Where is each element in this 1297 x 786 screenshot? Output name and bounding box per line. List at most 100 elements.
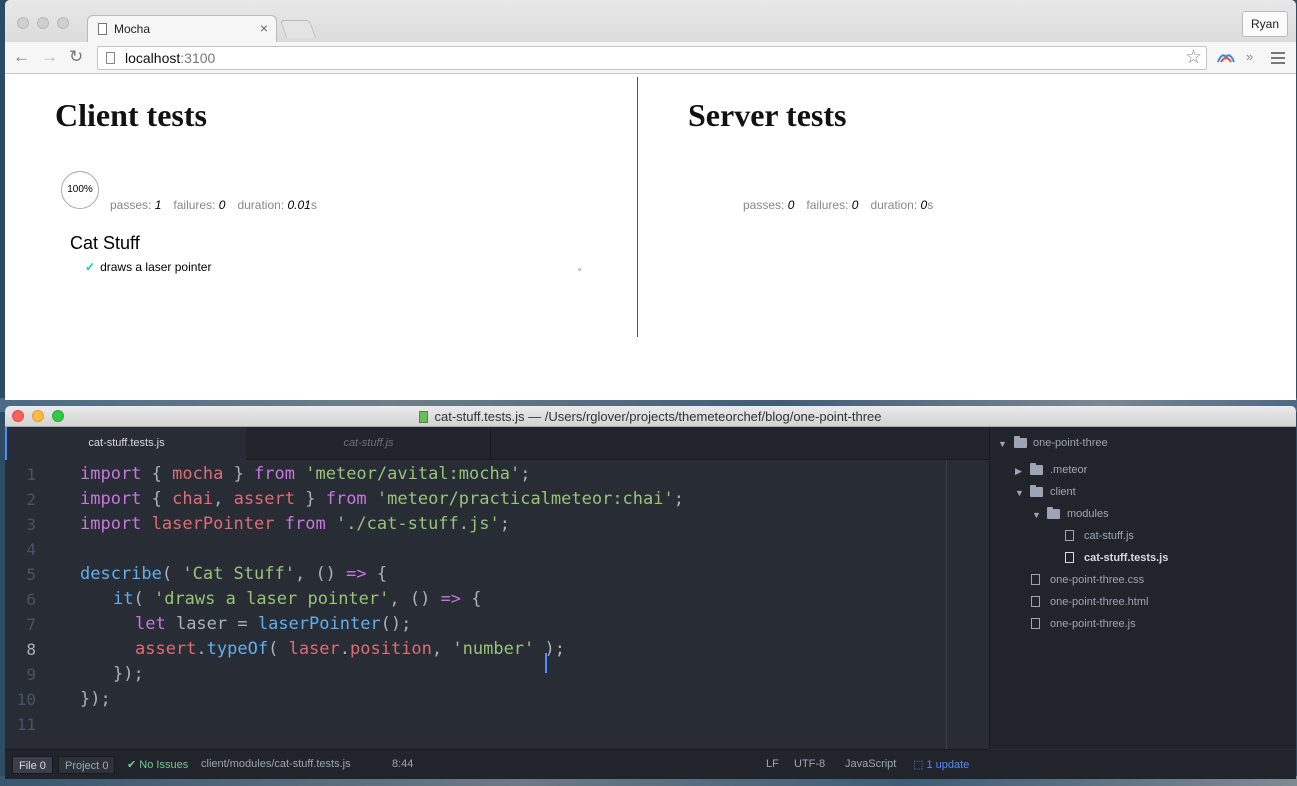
linter-file-tab[interactable]: File 0 bbox=[12, 756, 53, 774]
bookmark-star-icon[interactable]: ☆ bbox=[1185, 46, 1202, 69]
overflow-chevron-icon[interactable]: » bbox=[1246, 49, 1253, 64]
file-path[interactable]: client/modules/cat-stuff.tests.js bbox=[201, 758, 351, 770]
code-line: import laserPointer from './cat-stuff.js… bbox=[80, 514, 510, 534]
folder-icon bbox=[1030, 463, 1043, 475]
checkmark-icon: ✔ bbox=[127, 759, 137, 771]
tree-item-client[interactable]: client bbox=[1050, 486, 1076, 498]
back-arrow-icon[interactable]: ← bbox=[13, 47, 30, 67]
pass-check-icon: ✓ bbox=[85, 260, 96, 274]
client-failures[interactable]: 0 bbox=[219, 198, 226, 212]
page-icon bbox=[106, 52, 115, 64]
text-cursor bbox=[545, 653, 547, 673]
file-icon bbox=[1065, 530, 1074, 541]
linter-project-tab[interactable]: Project 0 bbox=[58, 756, 116, 774]
line-number: 9 bbox=[26, 665, 36, 684]
update-notice[interactable]: ⬚ 1 update bbox=[913, 758, 969, 771]
editor-titlebar: cat-stuff.tests.js — /Users/rglover/proj… bbox=[5, 406, 1296, 427]
code-line: }); bbox=[80, 689, 111, 709]
chevron-down-icon[interactable]: ▼ bbox=[1032, 510, 1041, 520]
reload-icon[interactable]: ↻ bbox=[69, 47, 83, 67]
tree-view: ▼ one-point-three ▶ .meteor ▼ client ▼ m… bbox=[989, 427, 1296, 749]
pane-divider bbox=[637, 77, 638, 337]
menu-icon[interactable] bbox=[1271, 52, 1285, 67]
line-number: 1 bbox=[26, 465, 36, 484]
progress-indicator: 100% bbox=[61, 171, 99, 209]
lint-status[interactable]: ✔ No Issues bbox=[127, 758, 188, 771]
minimize-window-button[interactable] bbox=[37, 17, 49, 29]
wrap-guide bbox=[946, 460, 947, 750]
file-icon bbox=[1031, 574, 1040, 585]
code-line: import { mocha } from 'meteor/avital:moc… bbox=[80, 464, 531, 484]
client-stats: passes: 1 failures: 0 duration: 0.01s bbox=[110, 198, 317, 212]
server-passes[interactable]: 0 bbox=[788, 198, 795, 212]
folder-icon bbox=[1047, 507, 1060, 519]
browser-window: Mocha × Ryan ← → ↻ localhost:3100 ☆ » Cl… bbox=[5, 0, 1296, 400]
code-line: import { chai, assert } from 'meteor/pra… bbox=[80, 489, 684, 509]
close-window-button[interactable] bbox=[17, 17, 29, 29]
tree-item-cat-stuff-tests-js[interactable]: cat-stuff.tests.js bbox=[1084, 552, 1168, 564]
package-icon: ⬚ bbox=[913, 759, 924, 771]
editor-pane[interactable]: cat-stuff.tests.js cat-stuff.js 1 2 3 4 … bbox=[5, 427, 989, 750]
tab-cat-stuff[interactable]: cat-stuff.js bbox=[247, 427, 491, 460]
line-ending[interactable]: LF bbox=[766, 758, 779, 770]
editor-window-title: cat-stuff.tests.js — /Users/rglover/proj… bbox=[5, 409, 1296, 424]
browser-toolbar: ← → ↻ localhost:3100 ☆ » bbox=[5, 42, 1296, 74]
new-tab-button[interactable] bbox=[279, 20, 317, 38]
line-number-current: 8 bbox=[26, 640, 36, 659]
code-line-current: assert.typeOf( laser.position, 'number' … bbox=[135, 639, 565, 659]
client-passes[interactable]: 1 bbox=[155, 198, 162, 212]
file-icon bbox=[1031, 618, 1040, 629]
tree-item-css[interactable]: one-point-three.css bbox=[1050, 574, 1144, 586]
tree-root-one-point-three[interactable]: one-point-three bbox=[1033, 437, 1108, 449]
status-bar-right bbox=[989, 750, 1296, 779]
code-line: }); bbox=[113, 664, 144, 684]
cursor-position[interactable]: 8:44 bbox=[392, 758, 413, 770]
line-number: 6 bbox=[26, 590, 36, 609]
url-text: localhost:3100 bbox=[125, 50, 216, 66]
line-number: 5 bbox=[26, 565, 36, 584]
server-failures[interactable]: 0 bbox=[852, 198, 859, 212]
browser-tab-mocha[interactable]: Mocha × bbox=[87, 15, 277, 43]
server-tests-heading: Server tests bbox=[688, 97, 847, 133]
tab-title: Mocha bbox=[114, 22, 151, 36]
folder-icon bbox=[1014, 436, 1027, 448]
grammar-selector[interactable]: JavaScript bbox=[845, 758, 896, 770]
code-line: it( 'draws a laser pointer', () => { bbox=[113, 589, 482, 609]
zoom-window-button[interactable] bbox=[57, 17, 69, 29]
code-line: let laser = laserPointer(); bbox=[135, 614, 412, 634]
line-number: 10 bbox=[16, 690, 36, 709]
client-duration: 0.01 bbox=[287, 198, 311, 212]
address-bar[interactable]: localhost:3100 ☆ bbox=[97, 46, 1207, 70]
file-icon bbox=[1031, 596, 1040, 607]
extension-icon[interactable] bbox=[1217, 51, 1235, 63]
document-icon bbox=[419, 411, 429, 423]
tab-cat-stuff-tests[interactable]: cat-stuff.tests.js bbox=[5, 427, 246, 460]
status-bar: File 0 Project 0 ✔ No Issues client/modu… bbox=[5, 749, 1296, 779]
test-name: draws a laser pointer bbox=[100, 260, 212, 274]
mocha-page: Client tests 100% passes: 1 failures: 0 du… bbox=[5, 75, 1296, 400]
line-number: 2 bbox=[26, 490, 36, 509]
client-tests-heading: Client tests bbox=[55, 97, 207, 133]
chevron-right-icon[interactable]: ▶ bbox=[1015, 466, 1022, 477]
chevron-down-icon[interactable]: ▼ bbox=[998, 439, 1007, 449]
tree-item-html[interactable]: one-point-three.html bbox=[1050, 596, 1148, 608]
line-number: 7 bbox=[26, 615, 36, 634]
profile-button[interactable]: Ryan bbox=[1241, 11, 1288, 37]
file-encoding[interactable]: UTF-8 bbox=[794, 758, 825, 770]
folder-icon bbox=[1030, 485, 1043, 497]
tree-item-modules[interactable]: modules bbox=[1067, 508, 1109, 520]
suite-title[interactable]: Cat Stuff bbox=[70, 233, 140, 254]
line-number: 4 bbox=[26, 540, 36, 559]
server-stats: passes: 0 failures: 0 duration: 0s bbox=[743, 198, 934, 212]
line-number-gutter: 1 2 3 4 5 6 7 8 9 10 11 bbox=[5, 460, 50, 750]
forward-arrow-icon[interactable]: → bbox=[41, 47, 58, 67]
tree-item-cat-stuff-js[interactable]: cat-stuff.js bbox=[1084, 530, 1134, 542]
tab-close-icon[interactable]: × bbox=[260, 20, 268, 36]
tree-item-js[interactable]: one-point-three.js bbox=[1050, 618, 1136, 630]
editor-window: cat-stuff.tests.js — /Users/rglover/proj… bbox=[5, 406, 1296, 779]
chevron-down-icon[interactable]: ▼ bbox=[1015, 488, 1024, 498]
test-item[interactable]: ✓ draws a laser pointer bbox=[85, 260, 211, 274]
test-duration-dot bbox=[578, 268, 581, 271]
editor-tab-bar: cat-stuff.tests.js cat-stuff.js bbox=[5, 427, 989, 460]
tree-item-meteor[interactable]: .meteor bbox=[1050, 464, 1087, 476]
